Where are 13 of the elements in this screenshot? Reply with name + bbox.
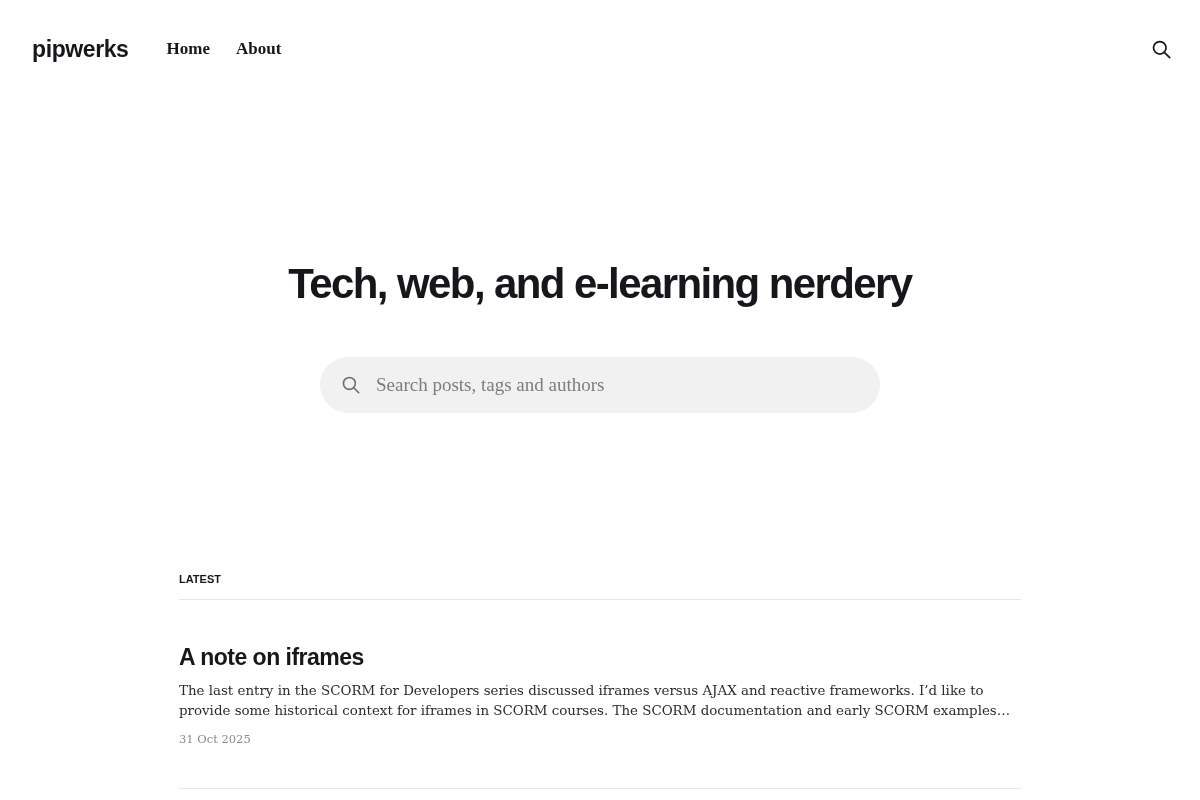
section-heading: LATEST xyxy=(179,572,1021,600)
search-field[interactable]: Search posts, tags and authors xyxy=(320,357,880,413)
search-placeholder: Search posts, tags and authors xyxy=(376,374,605,396)
site-logo[interactable]: pipwerks xyxy=(32,35,129,63)
nav-link[interactable]: Home xyxy=(166,39,210,59)
post-title[interactable]: A note on iframes xyxy=(179,642,1021,672)
search-icon xyxy=(342,376,360,394)
search-icon xyxy=(1151,39,1171,59)
search-button[interactable] xyxy=(1150,38,1172,60)
post-date: 31 Oct 2025 xyxy=(179,731,252,747)
hero-title: Tech, web, and e-learning nerdery xyxy=(288,259,912,309)
post-excerpt: The last entry in the SCORM for Developers series discussed iframes versus AJAX and reactive frameworks. I’d like to provide some historical context for iframes in SCORM courses. The SCORM documentation and early SCORM examples… xyxy=(179,682,1012,720)
nav-link[interactable]: About xyxy=(235,39,282,59)
